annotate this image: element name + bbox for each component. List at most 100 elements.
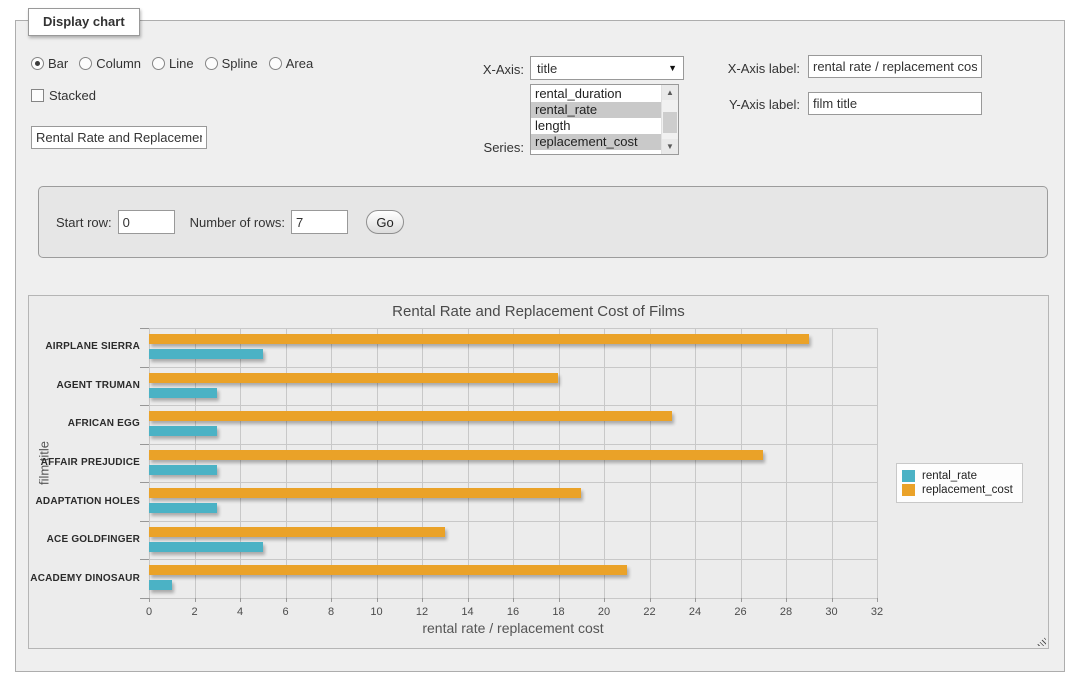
chart-type-option-line[interactable]: Line xyxy=(152,56,194,71)
series-option-rental_rate[interactable]: rental_rate xyxy=(531,102,661,118)
category-label: AIRPLANE SIERRA xyxy=(29,341,140,352)
bar-rental_rate xyxy=(149,503,217,513)
start-row-input[interactable] xyxy=(118,210,175,234)
stacked-checkbox[interactable] xyxy=(31,89,44,102)
num-rows-label: Number of rows: xyxy=(190,215,285,230)
scroll-up-icon[interactable]: ▲ xyxy=(662,85,678,100)
series-select-label: Series: xyxy=(430,140,524,155)
bar-replacement_cost xyxy=(149,411,672,421)
x-axis-tick xyxy=(240,598,241,602)
x-tick-label: 24 xyxy=(680,606,710,618)
x-axis-tick xyxy=(559,598,560,602)
bar-replacement_cost xyxy=(149,334,809,344)
num-rows-input[interactable] xyxy=(291,210,348,234)
x-axis-tick xyxy=(149,598,150,602)
x-tick-label: 4 xyxy=(225,606,255,618)
y-axis-tick xyxy=(140,367,149,368)
chart-type-option-label: Bar xyxy=(48,56,68,71)
x-axis-tick xyxy=(422,598,423,602)
y-axis-label-input[interactable] xyxy=(808,92,982,115)
chart-type-option-column[interactable]: Column xyxy=(79,56,141,71)
x-axis-tick xyxy=(331,598,332,602)
legend-swatch-replacement_cost xyxy=(902,484,915,496)
radio-icon[interactable] xyxy=(152,57,165,70)
fieldset-legend: Display chart xyxy=(28,8,140,36)
stacked-checkbox-row[interactable]: Stacked xyxy=(31,88,96,103)
gridline-vertical xyxy=(149,328,150,598)
x-tick-label: 20 xyxy=(589,606,619,618)
x-tick-label: 12 xyxy=(407,606,437,618)
x-axis-tick xyxy=(468,598,469,602)
x-axis-tick xyxy=(286,598,287,602)
x-tick-label: 10 xyxy=(362,606,392,618)
category-label: ACE GOLDFINGER xyxy=(29,534,140,545)
x-axis-label-field-label: X-Axis label: xyxy=(710,61,800,76)
chart-legend: rental_rate replacement_cost xyxy=(896,463,1023,503)
rows-form-panel: Start row: Number of rows: Go xyxy=(38,186,1048,258)
scroll-down-icon[interactable]: ▼ xyxy=(662,139,678,154)
x-axis-title: rental rate / replacement cost xyxy=(149,620,877,636)
series-option-rental_duration[interactable]: rental_duration xyxy=(531,86,661,102)
radio-icon[interactable] xyxy=(31,57,44,70)
resize-grip-icon[interactable] xyxy=(1036,636,1046,646)
gridline-horizontal xyxy=(149,367,877,368)
x-axis-label-input[interactable] xyxy=(808,55,982,78)
gridline-horizontal xyxy=(149,405,877,406)
y-axis-tick xyxy=(140,521,149,522)
gridline-vertical xyxy=(877,328,878,598)
bar-rental_rate xyxy=(149,465,217,475)
bar-rental_rate xyxy=(149,542,263,552)
x-axis-tick xyxy=(695,598,696,602)
series-scrollbar[interactable]: ▲ ▼ xyxy=(661,85,678,154)
series-option-length[interactable]: length xyxy=(531,118,661,134)
bar-rental_rate xyxy=(149,388,217,398)
category-label: AFRICAN EGG xyxy=(29,418,140,429)
x-tick-label: 32 xyxy=(862,606,892,618)
series-listbox[interactable]: rental_durationrental_ratelengthreplacem… xyxy=(530,84,679,155)
gridline-vertical xyxy=(559,328,560,598)
x-axis-tick xyxy=(513,598,514,602)
y-axis-tick xyxy=(140,328,149,329)
radio-icon[interactable] xyxy=(205,57,218,70)
gridline-vertical xyxy=(604,328,605,598)
gridline-horizontal xyxy=(149,559,877,560)
y-axis-tick xyxy=(140,598,149,599)
radio-icon[interactable] xyxy=(269,57,282,70)
chart-type-option-bar[interactable]: Bar xyxy=(31,56,68,71)
start-row-label: Start row: xyxy=(56,215,112,230)
x-axis-selected-value: title xyxy=(537,61,557,76)
bar-replacement_cost xyxy=(149,450,763,460)
x-tick-label: 28 xyxy=(771,606,801,618)
go-button[interactable]: Go xyxy=(366,210,404,234)
bar-replacement_cost xyxy=(149,527,445,537)
x-tick-label: 8 xyxy=(316,606,346,618)
x-axis-select[interactable]: title ▼ xyxy=(530,56,684,80)
scrollbar-thumb[interactable] xyxy=(663,112,677,133)
legend-item: rental_rate xyxy=(902,470,1013,482)
chart-type-option-label: Line xyxy=(169,56,194,71)
x-axis-tick xyxy=(377,598,378,602)
gridline-vertical xyxy=(832,328,833,598)
gridline-vertical xyxy=(786,328,787,598)
series-option-replacement_cost[interactable]: replacement_cost xyxy=(531,134,661,150)
x-tick-label: 22 xyxy=(635,606,665,618)
y-axis-label-field-label: Y-Axis label: xyxy=(710,97,800,112)
legend-item: replacement_cost xyxy=(902,484,1013,496)
gridline-vertical xyxy=(468,328,469,598)
chart-type-option-spline[interactable]: Spline xyxy=(205,56,258,71)
legend-label: replacement_cost xyxy=(922,484,1013,496)
chart-title: Rental Rate and Replacement Cost of Film… xyxy=(29,303,1048,320)
y-axis-tick xyxy=(140,482,149,483)
x-axis-tick xyxy=(604,598,605,602)
x-tick-label: 2 xyxy=(180,606,210,618)
chart-type-option-area[interactable]: Area xyxy=(269,56,313,71)
x-axis-tick xyxy=(650,598,651,602)
gridline-vertical xyxy=(377,328,378,598)
x-tick-label: 6 xyxy=(271,606,301,618)
legend-label: rental_rate xyxy=(922,470,977,482)
chart-title-input[interactable] xyxy=(31,126,207,149)
radio-icon[interactable] xyxy=(79,57,92,70)
legend-swatch-rental_rate xyxy=(902,470,915,482)
gridline-vertical xyxy=(650,328,651,598)
x-axis-tick xyxy=(832,598,833,602)
